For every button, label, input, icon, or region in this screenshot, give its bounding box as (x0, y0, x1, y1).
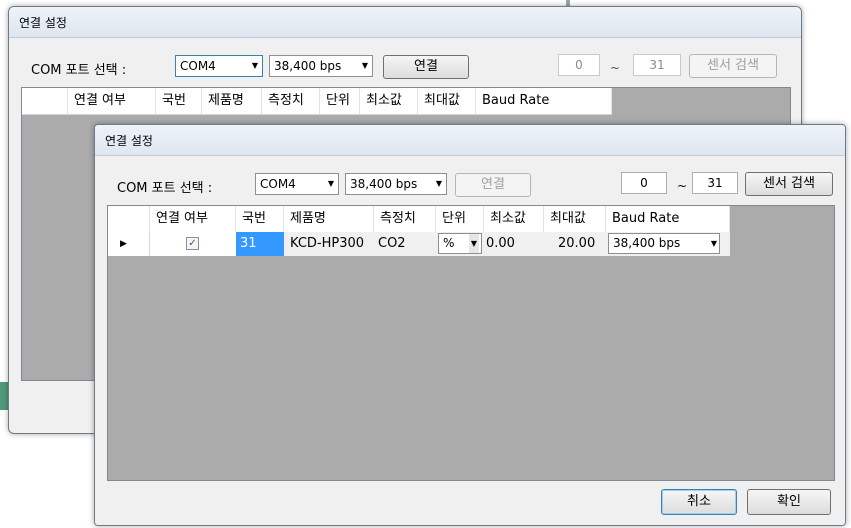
chevron-down-icon: ▼ (435, 179, 442, 188)
front-grid-header: 연결 여부 국번 제품명 측정치 단위 최소값 최대값 Baud Rate (108, 206, 730, 233)
ok-button[interactable]: 확인 (747, 489, 831, 515)
front-header-unit: 단위 (436, 206, 484, 232)
back-dialog-title: 연결 설정 (19, 16, 67, 30)
front-port-select[interactable]: COM4 ▼ (255, 173, 339, 195)
back-header-rowselector (22, 88, 68, 114)
chevron-down-icon: ▼ (251, 61, 258, 70)
back-baud-value: 38,400 bps (274, 59, 342, 73)
unit-select[interactable]: % ▼ (438, 233, 482, 254)
chevron-down-icon: ▼ (710, 239, 717, 248)
back-header-connect: 연결 여부 (68, 88, 156, 114)
front-range-from-input[interactable]: 0 (621, 172, 667, 194)
back-range-from-input[interactable]: 0 (558, 54, 600, 76)
row-station-cell[interactable]: 31 (236, 232, 284, 256)
front-header-station: 국번 (236, 206, 284, 232)
background-app-edge (0, 382, 8, 410)
checkbox-checked-icon[interactable]: ✓ (186, 237, 199, 250)
row-selector[interactable]: ▶ (108, 232, 150, 256)
cancel-button[interactable]: 취소 (661, 489, 737, 515)
front-dialog-titlebar: 연결 설정 (95, 125, 845, 156)
chevron-down-icon: ▼ (327, 179, 334, 188)
back-search-button[interactable]: 센서 검색 (689, 54, 777, 78)
back-range-to-input[interactable]: 31 (633, 54, 681, 76)
front-baud-select[interactable]: 38,400 bps ▼ (345, 173, 447, 195)
row-baud-cell[interactable]: 38,400 bps ▼ (606, 232, 730, 256)
front-connect-button[interactable]: 연결 (455, 173, 531, 197)
back-port-select[interactable]: COM4 ▼ (175, 55, 263, 77)
front-header-min: 최소값 (484, 206, 544, 232)
front-baud-value: 38,400 bps (350, 177, 418, 191)
row-pointer-icon: ▶ (120, 239, 127, 249)
front-search-button[interactable]: 센서 검색 (745, 172, 833, 196)
front-header-baud: Baud Rate (606, 206, 730, 232)
back-header-unit: 단위 (320, 88, 360, 114)
back-port-value: COM4 (180, 59, 216, 73)
front-header-connect: 연결 여부 (150, 206, 236, 232)
front-header-rowselector (108, 206, 150, 232)
row-product-cell[interactable]: KCD-HP300 (284, 232, 374, 256)
back-grid-header: 연결 여부 국번 제품명 측정치 단위 최소값 최대값 Baud Rate (22, 88, 612, 115)
row-connect-cell[interactable]: ✓ (150, 232, 236, 256)
row-baud-value: 38,400 bps (613, 236, 681, 250)
row-baud-select[interactable]: 38,400 bps ▼ (608, 233, 720, 254)
back-port-label: COM 포트 선택 : (31, 63, 127, 78)
front-range-separator: ~ (677, 179, 688, 193)
back-baud-select[interactable]: 38,400 bps ▼ (269, 55, 373, 77)
back-header-station: 국번 (156, 88, 202, 114)
back-header-product: 제품명 (202, 88, 262, 114)
row-max-cell[interactable]: 20.00 (544, 232, 606, 256)
front-connection-dialog: 연결 설정 COM 포트 선택 : COM4 ▼ 38,400 bps ▼ 연결… (94, 124, 846, 526)
front-header-product: 제품명 (284, 206, 374, 232)
front-dialog-footer: 취소 확인 (95, 481, 845, 525)
back-header-max: 최대값 (418, 88, 476, 114)
back-range-separator: ~ (610, 61, 621, 75)
front-header-measurement: 측정치 (374, 206, 436, 232)
front-header-max: 최대값 (544, 206, 606, 232)
back-dialog-titlebar: 연결 설정 (9, 7, 801, 38)
row-measurement-cell[interactable]: CO2 (374, 232, 436, 256)
front-range-to-input[interactable]: 31 (692, 172, 738, 194)
front-port-value: COM4 (260, 177, 296, 191)
table-row[interactable]: ▶ ✓ 31 KCD-HP300 CO2 % ▼ 0.00 20.00 38,4… (108, 232, 730, 256)
back-connect-button[interactable]: 연결 (383, 55, 469, 79)
row-min-cell[interactable]: 0.00 (484, 232, 544, 256)
front-dialog-title: 연결 설정 (105, 134, 153, 148)
row-unit-cell[interactable]: % ▼ (436, 232, 484, 256)
front-port-label: COM 포트 선택 : (117, 181, 213, 196)
chevron-down-icon: ▼ (361, 61, 368, 70)
back-header-min: 최소값 (360, 88, 418, 114)
back-header-baud: Baud Rate (476, 88, 612, 114)
unit-value: % (443, 236, 455, 250)
front-sensor-grid: 연결 여부 국번 제품명 측정치 단위 최소값 최대값 Baud Rate ▶ … (107, 205, 835, 481)
chevron-down-icon: ▼ (468, 234, 479, 253)
back-header-measurement: 측정치 (262, 88, 320, 114)
